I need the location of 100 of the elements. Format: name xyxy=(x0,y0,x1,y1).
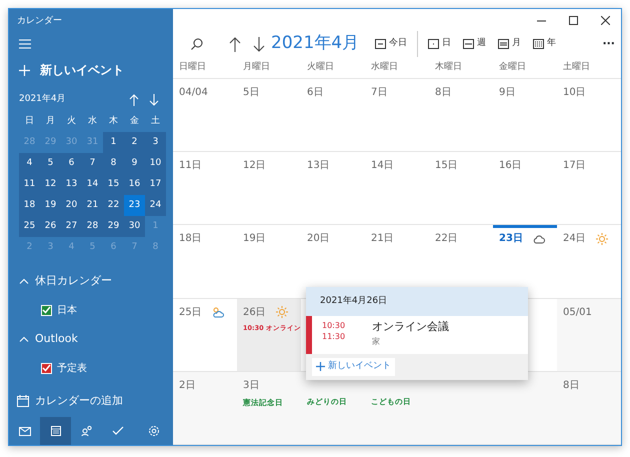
mini-calendar-day[interactable]: 28 xyxy=(82,216,103,237)
mini-calendar-day[interactable]: 22 xyxy=(103,195,124,216)
new-event-button[interactable]: 新しいイベント xyxy=(312,358,395,376)
mini-calendar-day[interactable]: 6 xyxy=(61,153,82,174)
day-number[interactable]: 23日 xyxy=(499,231,523,246)
down-arrow-icon[interactable] xyxy=(253,36,265,52)
mini-calendar-day[interactable]: 4 xyxy=(19,153,40,174)
day-number[interactable]: 3日 xyxy=(243,378,260,393)
event-title[interactable]: オンライン会議 xyxy=(372,316,449,336)
mini-calendar-day[interactable]: 9 xyxy=(124,153,145,174)
year-view-button[interactable]: 年 xyxy=(533,37,556,51)
weekday-header: 水曜日 xyxy=(370,60,399,74)
calendar-icon[interactable] xyxy=(50,425,62,437)
weekday-label: 火 xyxy=(66,114,77,128)
calendar-icon xyxy=(428,39,440,49)
weekday-label: 土 xyxy=(150,114,161,128)
mini-calendar-day[interactable]: 14 xyxy=(82,174,103,195)
day-number[interactable]: 9日 xyxy=(499,85,516,100)
month-view-button[interactable]: 月 xyxy=(498,37,522,51)
day-number[interactable]: 10日 xyxy=(563,85,586,100)
day-number[interactable]: 20日 xyxy=(307,231,330,246)
mini-calendar-day[interactable]: 25 xyxy=(19,216,40,237)
calendar-icon xyxy=(375,39,386,49)
day-number[interactable]: 16日 xyxy=(499,158,522,174)
mini-calendar-day[interactable]: 17 xyxy=(145,174,166,195)
day-number[interactable]: 2日 xyxy=(179,378,196,393)
calendar-checkbox[interactable] xyxy=(41,304,52,316)
mini-calendar-day[interactable]: 29 xyxy=(103,216,124,237)
mini-calendar-day[interactable]: 5 xyxy=(40,153,61,174)
week-view-button[interactable]: 週 xyxy=(463,37,486,51)
day-number[interactable]: 18日 xyxy=(179,231,202,246)
mini-calendar-day[interactable]: 3 xyxy=(145,132,166,153)
sun-cloud-icon xyxy=(212,306,224,318)
menu-icon[interactable] xyxy=(19,39,31,49)
mini-calendar-day[interactable]: 13 xyxy=(61,174,82,195)
mini-calendar-day[interactable]: 11 xyxy=(19,174,40,195)
calendar-icon xyxy=(533,39,544,49)
day-number[interactable]: 15日 xyxy=(435,158,458,174)
people-icon[interactable] xyxy=(80,425,92,437)
day-number[interactable]: 22日 xyxy=(435,231,458,246)
other-month-day-cell[interactable]: 05/01 xyxy=(557,298,621,371)
calendar-checkbox[interactable] xyxy=(41,362,52,374)
mail-icon[interactable] xyxy=(18,425,30,437)
day-view-button[interactable]: 日 xyxy=(428,37,452,51)
day-number[interactable]: 04/04 xyxy=(179,85,208,100)
up-arrow-icon[interactable] xyxy=(229,36,241,52)
day-number[interactable]: 12日 xyxy=(243,158,266,174)
today-button[interactable]: 今日 xyxy=(375,37,408,51)
add-calendar-link[interactable]: カレンダーの追加 xyxy=(9,385,173,417)
day-number[interactable]: 6日 xyxy=(307,85,324,100)
day-number[interactable]: 7日 xyxy=(371,85,388,100)
mini-calendar-day[interactable]: 26 xyxy=(40,216,61,237)
maximize-icon[interactable] xyxy=(568,16,578,24)
mini-calendar-day[interactable]: 19 xyxy=(40,195,61,216)
day-number[interactable]: 25日 xyxy=(179,304,202,320)
mini-calendar-day[interactable]: 24 xyxy=(145,195,166,216)
day-number[interactable]: 19日 xyxy=(243,231,266,246)
other-month-day-cell[interactable]: 8日 xyxy=(557,372,621,444)
weekday-header: 土曜日 xyxy=(562,60,591,74)
weekday-label: 金 xyxy=(129,114,140,128)
day-number[interactable]: 21日 xyxy=(371,231,394,246)
other-month-day-cell[interactable]: 2日 xyxy=(173,372,237,444)
month-title: 2021年4月 xyxy=(271,32,360,56)
day-number[interactable]: 14日 xyxy=(371,158,394,174)
mini-calendar-day[interactable]: 10 xyxy=(145,153,166,174)
checkmark-icon[interactable] xyxy=(112,425,124,437)
day-number[interactable]: 24日 xyxy=(563,231,586,246)
day-number[interactable]: 26日 xyxy=(243,304,266,320)
mini-calendar-day[interactable]: 7 xyxy=(82,153,103,174)
mini-calendar-day[interactable]: 15 xyxy=(103,174,124,195)
day-number[interactable]: 11日 xyxy=(179,158,202,174)
day-number[interactable]: 8日 xyxy=(563,378,580,393)
mini-calendar-day[interactable]: 23 xyxy=(124,195,145,216)
mini-calendar-day[interactable]: 21 xyxy=(82,195,103,216)
close-icon[interactable] xyxy=(600,16,610,24)
calendar-group-header[interactable]: 休日カレンダー xyxy=(9,266,173,296)
mini-calendar-day[interactable]: 12 xyxy=(40,174,61,195)
mini-calendar-day[interactable]: 27 xyxy=(61,216,82,237)
cloud-icon xyxy=(532,232,545,245)
day-number[interactable]: 13日 xyxy=(307,158,330,174)
mini-calendar-day[interactable]: 30 xyxy=(124,216,145,237)
day-number[interactable]: 5日 xyxy=(243,85,260,100)
settings-icon[interactable] xyxy=(148,425,160,437)
mini-calendar-day[interactable]: 20 xyxy=(61,195,82,216)
day-number[interactable]: 8日 xyxy=(435,85,452,100)
day-number[interactable]: 17日 xyxy=(563,158,586,174)
more-button[interactable]: ··· xyxy=(602,36,615,52)
mini-calendar-day[interactable]: 18 xyxy=(19,195,40,216)
weekday-label: 木 xyxy=(108,114,119,128)
new-event-button[interactable]: 新しいイベント xyxy=(9,55,173,85)
day-number[interactable]: 05/01 xyxy=(563,304,592,320)
mini-calendar-day[interactable]: 1 xyxy=(103,132,124,153)
mini-calendar-day[interactable]: 16 xyxy=(124,174,145,195)
calendar-group-header[interactable]: Outlook xyxy=(9,324,173,354)
plus-icon xyxy=(19,64,30,76)
event-start-time: 10:30 xyxy=(322,320,346,332)
mini-calendar-day[interactable]: 2 xyxy=(124,132,145,153)
search-icon[interactable] xyxy=(191,38,203,50)
month-label: 2021年4月 xyxy=(19,93,66,106)
mini-calendar-day[interactable]: 8 xyxy=(103,153,124,174)
